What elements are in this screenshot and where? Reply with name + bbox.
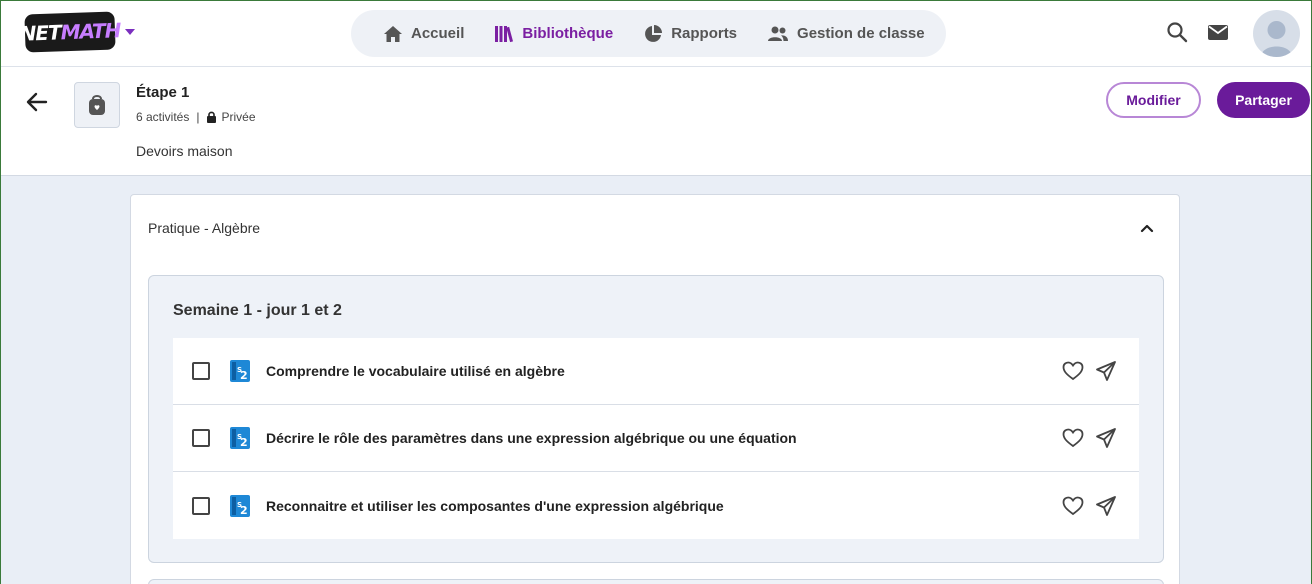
logo-text-math: MATH <box>60 18 121 45</box>
library-icon <box>495 25 514 42</box>
avatar[interactable] <box>1253 10 1300 57</box>
activity-title[interactable]: Décrire le rôle des paramètres dans une … <box>266 430 797 446</box>
section-title: Pratique - Algèbre <box>148 220 261 236</box>
nav-item-accueil[interactable]: Accueil <box>383 25 464 43</box>
heart-icon[interactable] <box>1062 496 1084 516</box>
backpack-thumbnail <box>74 82 120 128</box>
secondary-2-book-icon: S2 <box>230 427 250 449</box>
send-icon[interactable] <box>1095 360 1117 382</box>
week-title: Semaine 1 - jour 1 et 2 <box>173 302 342 319</box>
mail-icon[interactable] <box>1207 24 1229 41</box>
chevron-down-icon[interactable] <box>125 29 135 35</box>
send-icon[interactable] <box>1095 495 1117 517</box>
backpack-icon <box>89 95 105 115</box>
main-nav: Accueil Bibliothèque Rapports Gestion de… <box>351 10 946 57</box>
activity-count: 6 activités <box>136 110 190 124</box>
nav-item-gestion-de-classe[interactable]: Gestion de classe <box>767 25 925 43</box>
nav-item-rapports[interactable]: Rapports <box>643 24 737 44</box>
next-week-group <box>148 579 1164 584</box>
nav-item-bibliotheque[interactable]: Bibliothèque <box>494 24 613 44</box>
search-icon[interactable] <box>1166 21 1188 43</box>
chevron-up-icon[interactable] <box>1140 223 1154 233</box>
list-item[interactable]: S2 Comprendre le vocabulaire utilisé en … <box>173 338 1139 405</box>
lock-icon <box>207 111 217 123</box>
top-navigation-bar: NET MATH Accueil Bibliothèque Rapports Ge… <box>1 1 1311 67</box>
logo-text-net: NET <box>19 20 62 46</box>
separator: | <box>196 110 200 124</box>
heart-icon[interactable] <box>1062 361 1084 381</box>
list-item[interactable]: S2 Décrire le rôle des paramètres dans u… <box>173 405 1139 472</box>
visibility-label: Privée <box>221 110 256 124</box>
two-badge: 2 <box>240 369 248 382</box>
activity-title[interactable]: Comprendre le vocabulaire utilisé en alg… <box>266 363 565 379</box>
pie-chart-icon <box>645 24 663 42</box>
send-icon[interactable] <box>1095 427 1117 449</box>
step-meta: 6 activités | Privée <box>136 110 256 124</box>
page-title: Étape 1 <box>136 84 190 101</box>
activity-list: S2 Comprendre le vocabulaire utilisé en … <box>173 338 1139 539</box>
user-avatar-icon <box>1261 21 1292 57</box>
users-icon <box>768 26 789 41</box>
page-header: Étape 1 6 activités | Privée Devoirs mai… <box>1 67 1311 176</box>
nav-label: Rapports <box>671 25 738 42</box>
nav-label: Bibliothèque <box>522 25 614 42</box>
activity-checkbox[interactable] <box>192 362 210 380</box>
arrow-left-icon[interactable] <box>25 91 49 113</box>
nav-label: Accueil <box>411 25 465 42</box>
activity-checkbox[interactable] <box>192 429 210 447</box>
two-badge: 2 <box>240 436 248 449</box>
week-group: Semaine 1 - jour 1 et 2 S2 Comprendre le… <box>148 275 1164 563</box>
partager-button[interactable]: Partager <box>1217 82 1310 118</box>
app-window: NET MATH Accueil Bibliothèque Rapports Ge… <box>0 0 1312 584</box>
netmath-logo[interactable]: NET MATH <box>19 11 121 53</box>
secondary-2-book-icon: S2 <box>230 494 250 517</box>
activity-checkbox[interactable] <box>192 496 210 515</box>
home-icon <box>384 25 402 42</box>
nav-label: Gestion de classe <box>797 25 925 42</box>
section-card: Pratique - Algèbre Semaine 1 - jour 1 et… <box>130 194 1180 584</box>
list-item[interactable]: S2 Reconnaitre et utiliser les composant… <box>173 472 1139 539</box>
modifier-button[interactable]: Modifier <box>1106 82 1201 118</box>
activity-title[interactable]: Reconnaitre et utiliser les composantes … <box>266 498 724 514</box>
secondary-2-book-icon: S2 <box>230 360 250 382</box>
step-description: Devoirs maison <box>136 143 233 159</box>
two-badge: 2 <box>240 504 248 517</box>
heart-icon[interactable] <box>1062 428 1084 448</box>
